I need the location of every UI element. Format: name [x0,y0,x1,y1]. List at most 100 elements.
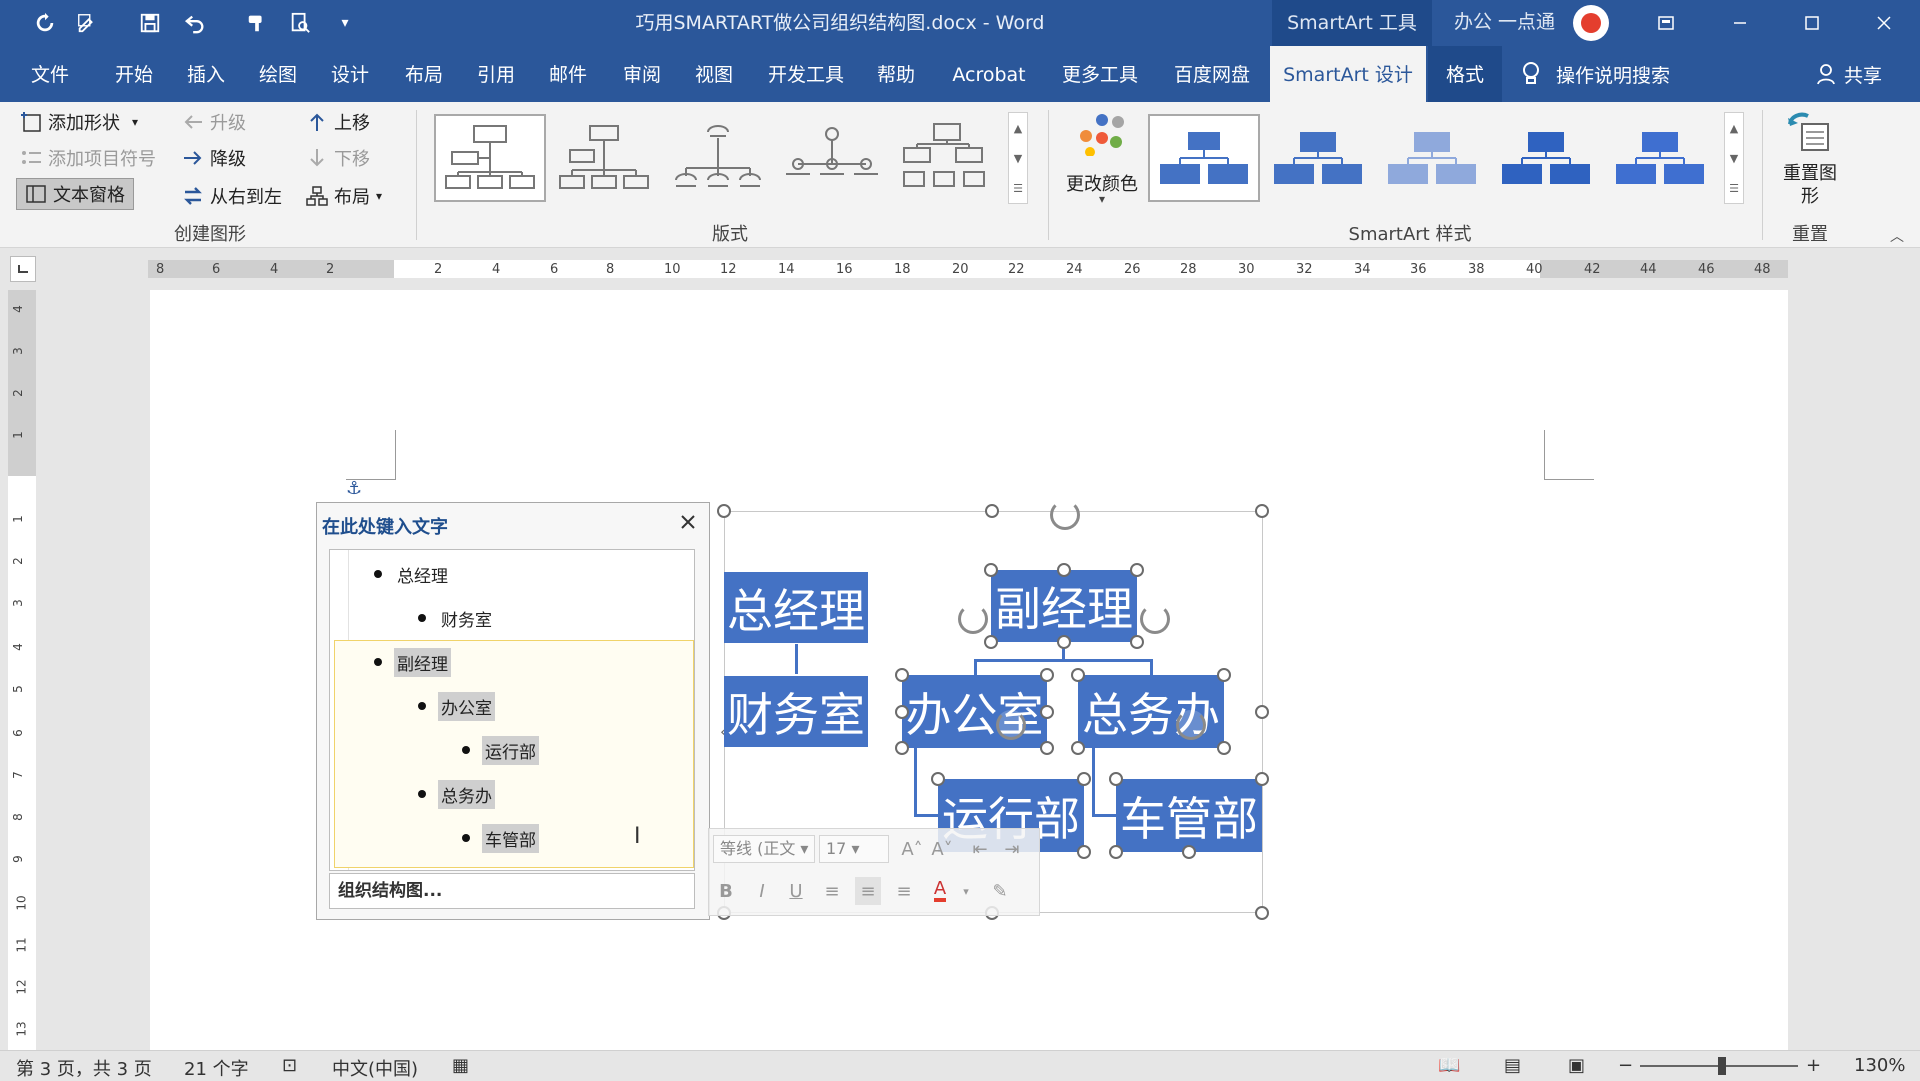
layout-thumb-name-title[interactable] [548,114,660,202]
org-box-general-manager[interactable]: 总经理 [724,572,868,643]
shape-handle[interactable] [984,563,998,577]
zoom-in-icon[interactable]: + [1806,1055,1821,1076]
scroll-down-icon[interactable]: ▼ [1730,152,1738,165]
page-count[interactable]: 第 3 页，共 3 页 [16,1055,152,1081]
autosave-icon[interactable] [30,9,60,37]
style-thumb-3[interactable] [1376,114,1488,202]
underline-icon[interactable]: U [783,877,809,905]
add-bullet-button[interactable]: 添加项目符号 [20,142,156,174]
tab-developer[interactable]: 开发工具 [760,46,852,102]
tab-draw[interactable]: 绘图 [250,46,306,102]
shape-handle[interactable] [1130,563,1144,577]
touch-mode-icon[interactable] [72,9,102,37]
shape-handle[interactable] [931,772,945,786]
promote-button[interactable]: 升级 [182,106,246,138]
resize-handle[interactable] [717,504,731,518]
demote-button[interactable]: 降级 [182,142,246,174]
resize-handle[interactable] [985,504,999,518]
list-item[interactable]: 运行部 [462,732,539,768]
style-thumb-2[interactable] [1262,114,1374,202]
zoom-level[interactable]: 130% [1854,1055,1905,1076]
tab-acrobat[interactable]: Acrobat [944,46,1034,102]
font-select[interactable]: 等线 (正文 ▾ [713,835,815,863]
share-button[interactable]: 共享 [1816,46,1882,102]
shape-handle[interactable] [1077,845,1091,859]
scroll-up-icon[interactable]: ▲ [1730,122,1738,135]
save-icon[interactable] [135,9,165,37]
tab-smartart-design[interactable]: SmartArt 设计 [1270,46,1426,102]
vertical-ruler[interactable]: 4 3 2 1 1 2 3 4 5 6 7 8 9 10 11 12 13 [8,290,36,1050]
styles-gallery-scroll[interactable]: ▲ ▼ ☰ [1724,112,1744,204]
add-shape-button[interactable]: 添加形状 ▾ [20,106,138,138]
shape-handle[interactable] [895,705,909,719]
layout-thumb-circle-picture[interactable] [776,114,888,202]
shape-handle[interactable] [1071,741,1085,755]
shape-handle[interactable] [1255,772,1269,786]
tab-file[interactable]: 文件 [22,46,78,102]
org-box-general-affairs[interactable]: 总务办 [1078,675,1224,748]
bold-icon[interactable]: B [713,877,739,905]
chevron-down-icon[interactable]: ▾ [953,877,979,905]
tab-home[interactable]: 开始 [106,46,162,102]
right-to-left-button[interactable]: 从右到左 [182,180,282,212]
rotate-handle-icon[interactable] [1140,604,1170,634]
tab-format[interactable]: 格式 [1428,46,1502,102]
minimize-icon[interactable] [1710,0,1770,46]
zoom-out-icon[interactable]: − [1618,1055,1633,1076]
layouts-gallery-scroll[interactable]: ▲ ▼ ☰ [1008,112,1028,204]
proofing-icon[interactable]: ⊡ [282,1055,297,1076]
align-left-icon[interactable]: ≡ [819,877,845,905]
gallery-more-icon[interactable]: ☰ [1729,182,1739,195]
rotate-handle-icon[interactable] [1176,710,1206,740]
macro-icon[interactable]: ▦ [452,1055,469,1076]
align-center-icon[interactable]: ≡ [855,877,881,905]
tab-insert[interactable]: 插入 [178,46,234,102]
tab-design[interactable]: 设计 [322,46,378,102]
font-color-icon[interactable]: A [927,877,953,905]
tell-me[interactable]: 操作说明搜索 [1520,46,1670,102]
text-pane-list[interactable]: 总经理 财务室 副经理 办公室 运行部 总务办 车管部 I [329,549,695,871]
tab-more-tools[interactable]: 更多工具 [1054,46,1146,102]
decrease-indent-icon[interactable]: ⇤ [967,835,993,863]
shape-handle[interactable] [1109,772,1123,786]
print-layout-icon[interactable]: ▤ [1504,1055,1521,1076]
move-up-button[interactable]: 上移 [306,106,370,138]
undo-icon[interactable] [180,9,210,37]
web-layout-icon[interactable]: ▣ [1568,1055,1585,1076]
maximize-icon[interactable] [1782,0,1842,46]
horizontal-ruler[interactable]: 8 6 4 2 2 4 6 8 10 12 14 16 18 20 22 24 26 28 30 32 34 36 38 40… [148,260,1788,278]
tab-references[interactable]: 引用 [468,46,524,102]
text-pane-footer-link[interactable]: 组织结构图... [329,873,695,909]
rotate-handle-icon[interactable] [996,710,1026,740]
shape-handle[interactable] [1130,635,1144,649]
scroll-down-icon[interactable]: ▼ [1014,152,1022,165]
format-painter-icon[interactable] [242,9,272,37]
list-item[interactable]: 财务室 [418,600,495,636]
close-icon[interactable] [1854,0,1914,46]
shape-handle[interactable] [895,668,909,682]
reset-graphic-button[interactable]: 重置图形 [1770,110,1850,214]
italic-icon[interactable]: I [749,877,775,905]
language[interactable]: 中文(中国) [332,1055,418,1081]
text-pane-button[interactable]: 文本窗格 [16,178,134,210]
list-item[interactable]: 总务办 [418,776,495,812]
resize-handle[interactable] [1255,504,1269,518]
grow-font-icon[interactable]: A˄ [899,835,925,863]
scroll-up-icon[interactable]: ▲ [1014,122,1022,135]
word-count[interactable]: 21 个字 [184,1055,249,1081]
change-colors-button[interactable]: 更改颜色 ▾ [1060,110,1144,210]
tab-review[interactable]: 审阅 [614,46,670,102]
collapse-ribbon-icon[interactable]: ︿ [1890,226,1904,246]
list-item[interactable]: 车管部 [462,820,539,856]
shape-handle[interactable] [1040,705,1054,719]
tab-mailings[interactable]: 邮件 [540,46,596,102]
layout-thumb-half-circle[interactable] [662,114,774,202]
layout-thumb-labeled-hierarchy[interactable] [890,114,1002,202]
rotate-handle-icon[interactable] [958,604,988,634]
style-thumb-4[interactable] [1490,114,1602,202]
org-box-deputy-manager[interactable]: 副经理 [991,570,1137,642]
zoom-slider-thumb[interactable] [1718,1057,1726,1075]
tab-help[interactable]: 帮助 [868,46,924,102]
ribbon-display-icon[interactable] [1636,0,1696,46]
shrink-font-icon[interactable]: A˅ [929,835,955,863]
